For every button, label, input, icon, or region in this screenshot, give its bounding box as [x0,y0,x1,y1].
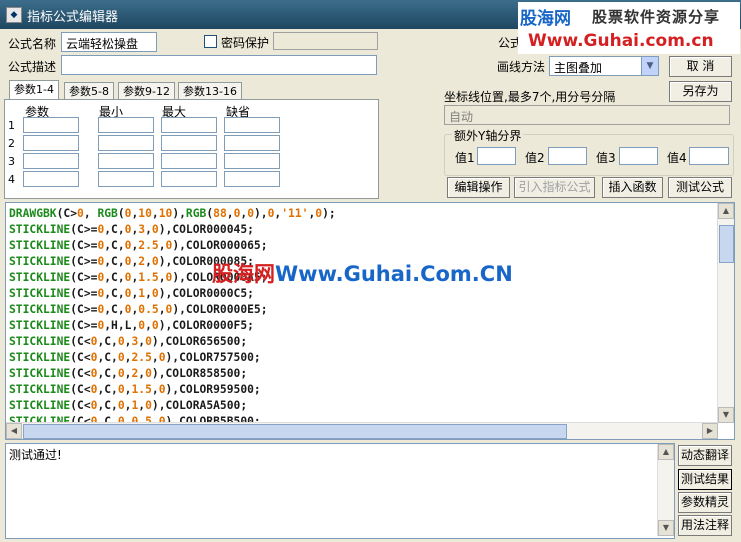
param-name-input[interactable] [23,135,79,151]
formula-desc-label: 公式描述 [8,60,57,74]
y-value-2-label: 值2 [525,151,545,165]
save-as-button[interactable]: 另存为 [669,81,732,102]
code-line[interactable]: STICKLINE(C>=0,C,0,2.5,0),COLOR000065; [9,238,336,254]
tab-params-13-16[interactable]: 参数13-16 [178,82,242,100]
horizontal-scroll-thumb[interactable] [23,424,567,439]
formula-editor-window: ◆ 指标公式编辑器 股海网 股票软件资源分享 公式名称 云端轻松操盘 密码保护 … [0,0,741,542]
watermark-url: Www.Guhai.com.cn [518,28,740,54]
param-default-input[interactable] [224,135,280,151]
param-max-input[interactable] [161,135,217,151]
output-scrollbar[interactable]: ▲ ▼ [657,444,674,536]
axis-position-input[interactable]: 自动 [444,105,730,125]
param-name-input[interactable] [23,171,79,187]
extra-y-axis-label: 额外Y轴分界 [452,127,524,144]
param-min-input[interactable] [98,117,154,133]
vertical-scrollbar[interactable]: ▲ ▼ [717,203,734,423]
formula-name-input[interactable]: 云端轻松操盘 [61,32,157,52]
param-default-input[interactable] [224,171,280,187]
code-line[interactable]: STICKLINE(C<0,C,0,1.5,0),COLOR959500; [9,382,336,398]
test-output-text: 测试通过! [9,448,62,462]
param-min-input[interactable] [98,153,154,169]
param-name-input[interactable] [23,117,79,133]
y-value-3-input[interactable] [619,147,658,165]
param-min-input[interactable] [98,171,154,187]
dynamic-translate-button[interactable]: 动态翻译 [678,445,732,466]
formula-desc-input[interactable] [61,55,377,75]
code-line[interactable]: STICKLINE(C<0,C,0,2,0),COLOR858500; [9,366,336,382]
watermark-url-text: Www.Guhai.com.cn [528,31,714,51]
code-line[interactable]: STICKLINE(C<0,C,0,1,0),COLORA5A500; [9,398,336,414]
watermark-overlay-brand: 股海网 [212,262,275,286]
code-line[interactable]: STICKLINE(C>=0,C,0,3,0),COLOR000045; [9,222,336,238]
vertical-scroll-thumb[interactable] [719,225,734,263]
window-title: 指标公式编辑器 [27,10,119,25]
code-line[interactable]: STICKLINE(C<0,C,0,3,0),COLOR656500; [9,334,336,350]
password-checkbox[interactable] [204,35,217,48]
y-value-4-label: 值4 [667,151,687,165]
import-formula-button[interactable]: 引入指标公式 [514,177,595,198]
tab-params-1-4[interactable]: 参数1-4 [9,80,59,101]
cancel-button[interactable]: 取 消 [669,56,732,77]
test-formula-button[interactable]: 测试公式 [668,177,732,198]
insert-function-button[interactable]: 插入函数 [602,177,663,198]
draw-method-value: 主图叠加 [554,61,603,75]
code-line[interactable]: DRAWGBK(C>0, RGB(0,10,10),RGB(88,0,0),0,… [9,206,336,222]
test-output-area[interactable]: 测试通过! ▲ ▼ [5,443,675,539]
usage-notes-button[interactable]: 用法注释 [678,515,732,536]
edit-operation-button[interactable]: 编辑操作 [447,177,510,198]
watermark-overlay: 股海网Www.Guhai.Com.CN [212,258,513,288]
horizontal-scrollbar[interactable]: ◀ ▶ [6,422,718,439]
tab-params-5-8[interactable]: 参数5-8 [64,82,114,100]
code-line[interactable]: STICKLINE(C>=0,H,L,0,0),COLOR0000F5; [9,318,336,334]
param-row-number: 3 [8,155,15,168]
scroll-left-icon[interactable]: ◀ [6,423,22,439]
app-icon: ◆ [6,7,22,23]
formula-name-label: 公式名称 [8,37,57,51]
watermark-slogan: 股票软件资源分享 [592,8,721,26]
param-wizard-button[interactable]: 参数精灵 [678,492,732,513]
param-max-input[interactable] [161,171,217,187]
y-value-1-label: 值1 [455,151,475,165]
scroll-up-icon[interactable]: ▲ [718,203,734,219]
axis-position-label: 坐标线位置,最多7个,用分号分隔 [444,90,616,104]
test-result-button[interactable]: 测试结果 [678,469,732,490]
scroll-down-icon[interactable]: ▼ [658,520,674,536]
code-line[interactable]: STICKLINE(C>=0,C,0,0.5,0),COLOR0000E5; [9,302,336,318]
params-panel: 参数 最小 最大 缺省 1 2 3 4 [4,99,379,199]
param-min-input[interactable] [98,135,154,151]
tab-params-9-12[interactable]: 参数9-12 [118,82,175,100]
param-row-number: 1 [8,119,15,132]
scroll-down-icon[interactable]: ▼ [718,407,734,423]
y-value-2-input[interactable] [548,147,587,165]
watermark-overlay-url: Www.Guhai.Com.CN [275,262,513,286]
code-line[interactable]: STICKLINE(C<0,C,0,2.5,0),COLOR757500; [9,350,336,366]
password-input[interactable] [273,32,378,50]
scroll-right-icon[interactable]: ▶ [702,423,718,439]
param-default-input[interactable] [224,117,280,133]
param-row-number: 2 [8,137,15,150]
param-name-input[interactable] [23,153,79,169]
param-max-input[interactable] [161,153,217,169]
code-line[interactable]: STICKLINE(C>=0,C,0,1,0),COLOR0000C5; [9,286,336,302]
y-value-4-input[interactable] [689,147,729,165]
code-editor[interactable]: DRAWGBK(C>0, RGB(0,10,10),RGB(88,0,0),0,… [5,202,735,440]
draw-method-label: 画线方法 [497,60,546,74]
param-default-input[interactable] [224,153,280,169]
chevron-down-icon[interactable]: ▼ [641,57,658,75]
param-max-input[interactable] [161,117,217,133]
watermark-brand: 股海网 [520,9,571,29]
scroll-up-icon[interactable]: ▲ [658,444,674,460]
draw-method-select[interactable]: 主图叠加 ▼ [549,56,659,76]
param-row-number: 4 [8,173,15,186]
y-value-1-input[interactable] [477,147,516,165]
code-text[interactable]: DRAWGBK(C>0, RGB(0,10,10),RGB(88,0,0),0,… [9,206,336,430]
password-label: 密码保护 [221,36,270,50]
watermark-banner: 股海网 股票软件资源分享 [518,2,740,29]
y-value-3-label: 值3 [596,151,616,165]
